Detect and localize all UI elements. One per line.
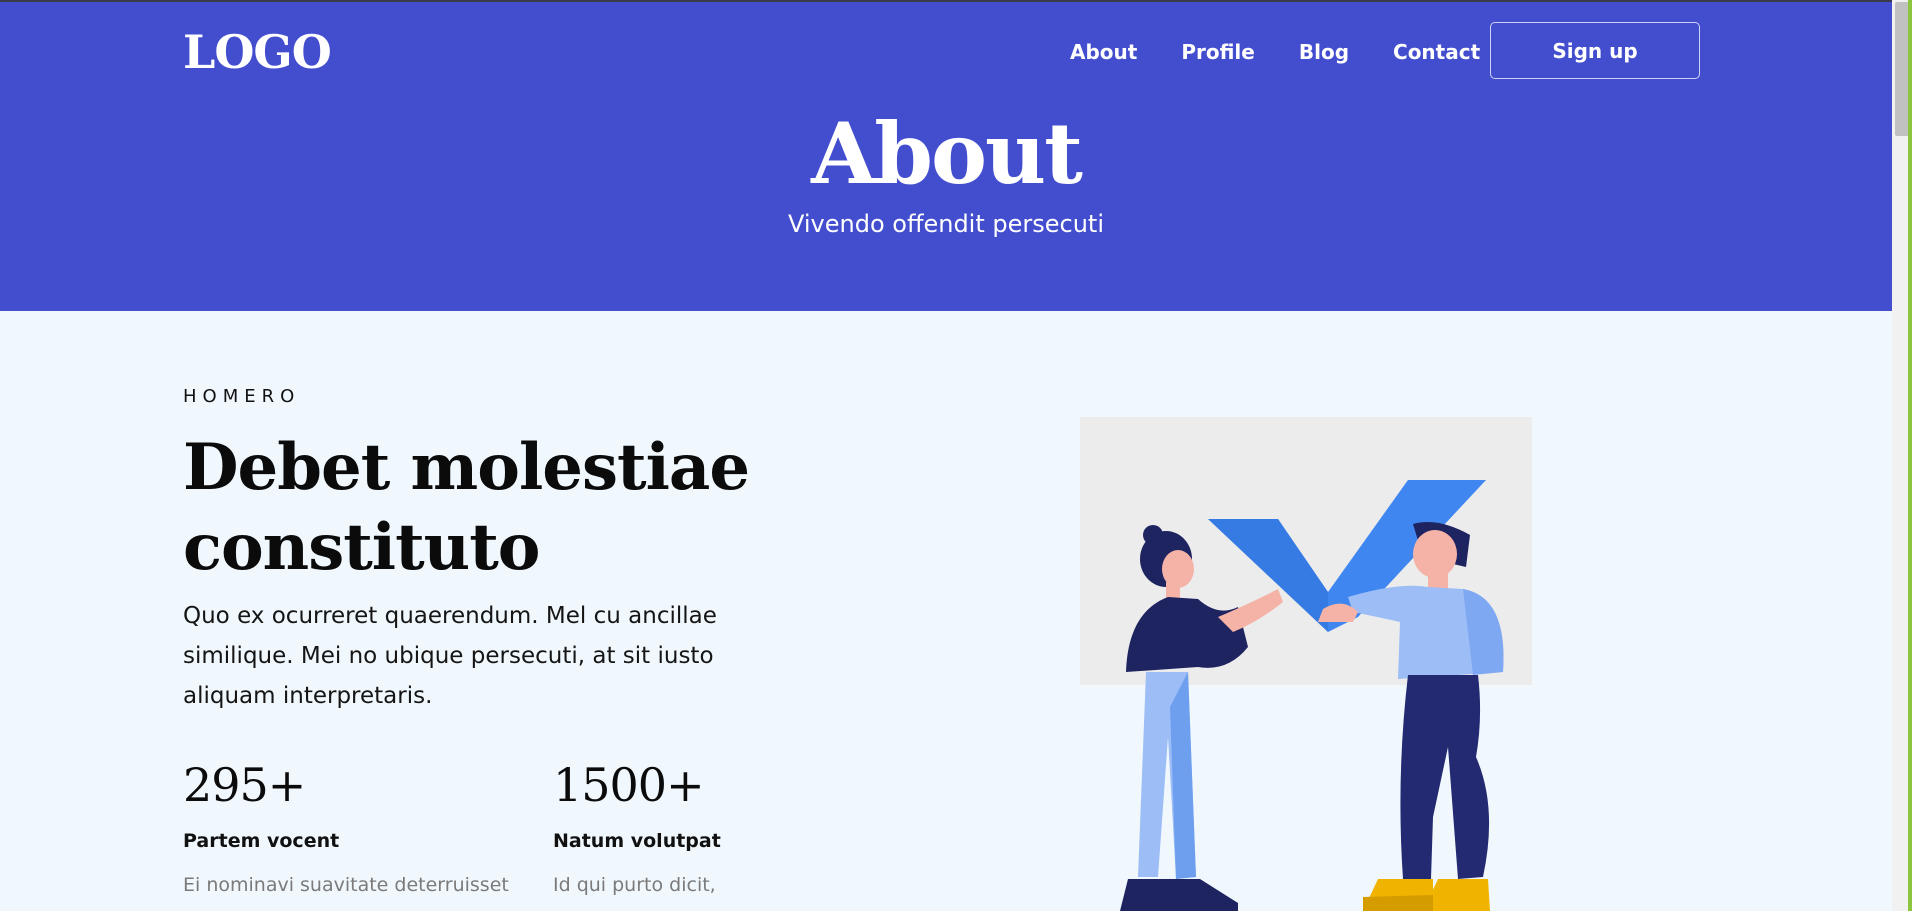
section-paragraph: Quo ex ocurreret quaerendum. Mel cu anci…: [183, 603, 717, 709]
logo[interactable]: LOGO: [183, 24, 332, 80]
page-title: About: [811, 104, 1083, 203]
scrollbar-thumb[interactable]: [1895, 2, 1909, 136]
nav-blog[interactable]: Blog: [1299, 38, 1349, 66]
section-eyebrow: HOMERO: [183, 386, 301, 407]
stat-label: Natum volutpat: [553, 830, 721, 852]
people-checkmark-illustration: [1080, 417, 1532, 911]
stat-number: 295+: [183, 758, 306, 812]
nav-contact[interactable]: Contact: [1393, 38, 1480, 66]
signup-button[interactable]: Sign up: [1490, 22, 1700, 79]
main-nav: About Profile Blog Contact: [1070, 38, 1480, 66]
nav-about[interactable]: About: [1070, 38, 1137, 66]
page-subtitle: Vivendo offendit persecuti: [787, 210, 1105, 238]
stat-description: Ei nominavi suavitate deterruisset: [183, 874, 509, 896]
nav-profile[interactable]: Profile: [1181, 38, 1255, 66]
window-edge: [1908, 0, 1912, 911]
section-heading: Debet molestiae constituto: [183, 430, 750, 585]
stat-label: Partem vocent: [183, 830, 340, 852]
stat-number: 1500+: [553, 758, 705, 812]
hero-header: LOGO About Profile Blog Contact Sign up …: [0, 2, 1892, 311]
stat-description: Id qui purto dicit,: [553, 874, 716, 896]
